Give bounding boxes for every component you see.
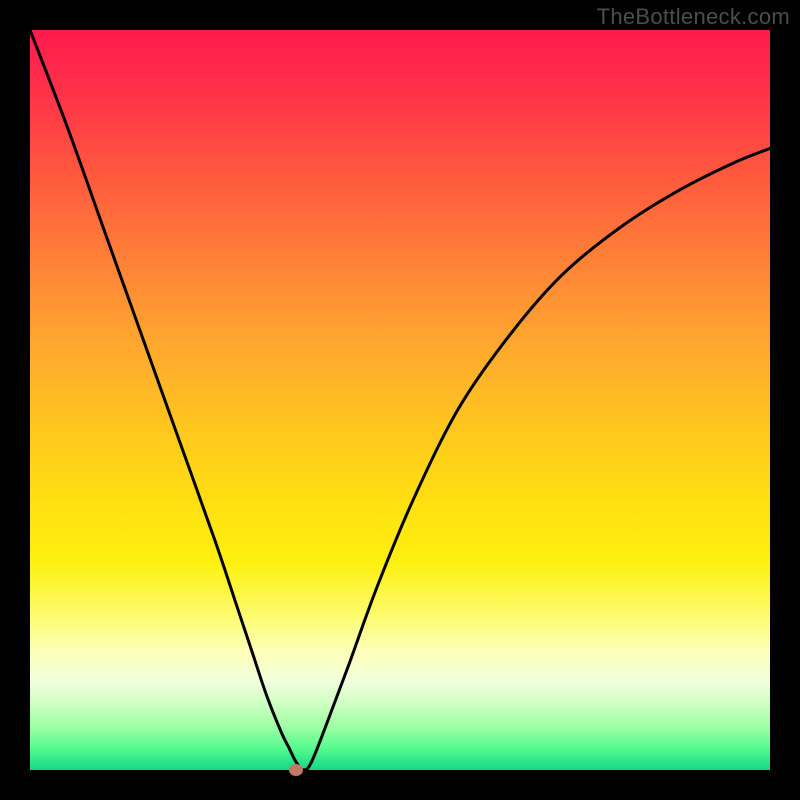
bottleneck-curve xyxy=(30,30,770,770)
chart-frame: TheBottleneck.com xyxy=(0,0,800,800)
watermark-text: TheBottleneck.com xyxy=(597,4,790,30)
curve-svg xyxy=(30,30,770,770)
optimum-marker xyxy=(289,764,303,776)
plot-area xyxy=(30,30,770,770)
